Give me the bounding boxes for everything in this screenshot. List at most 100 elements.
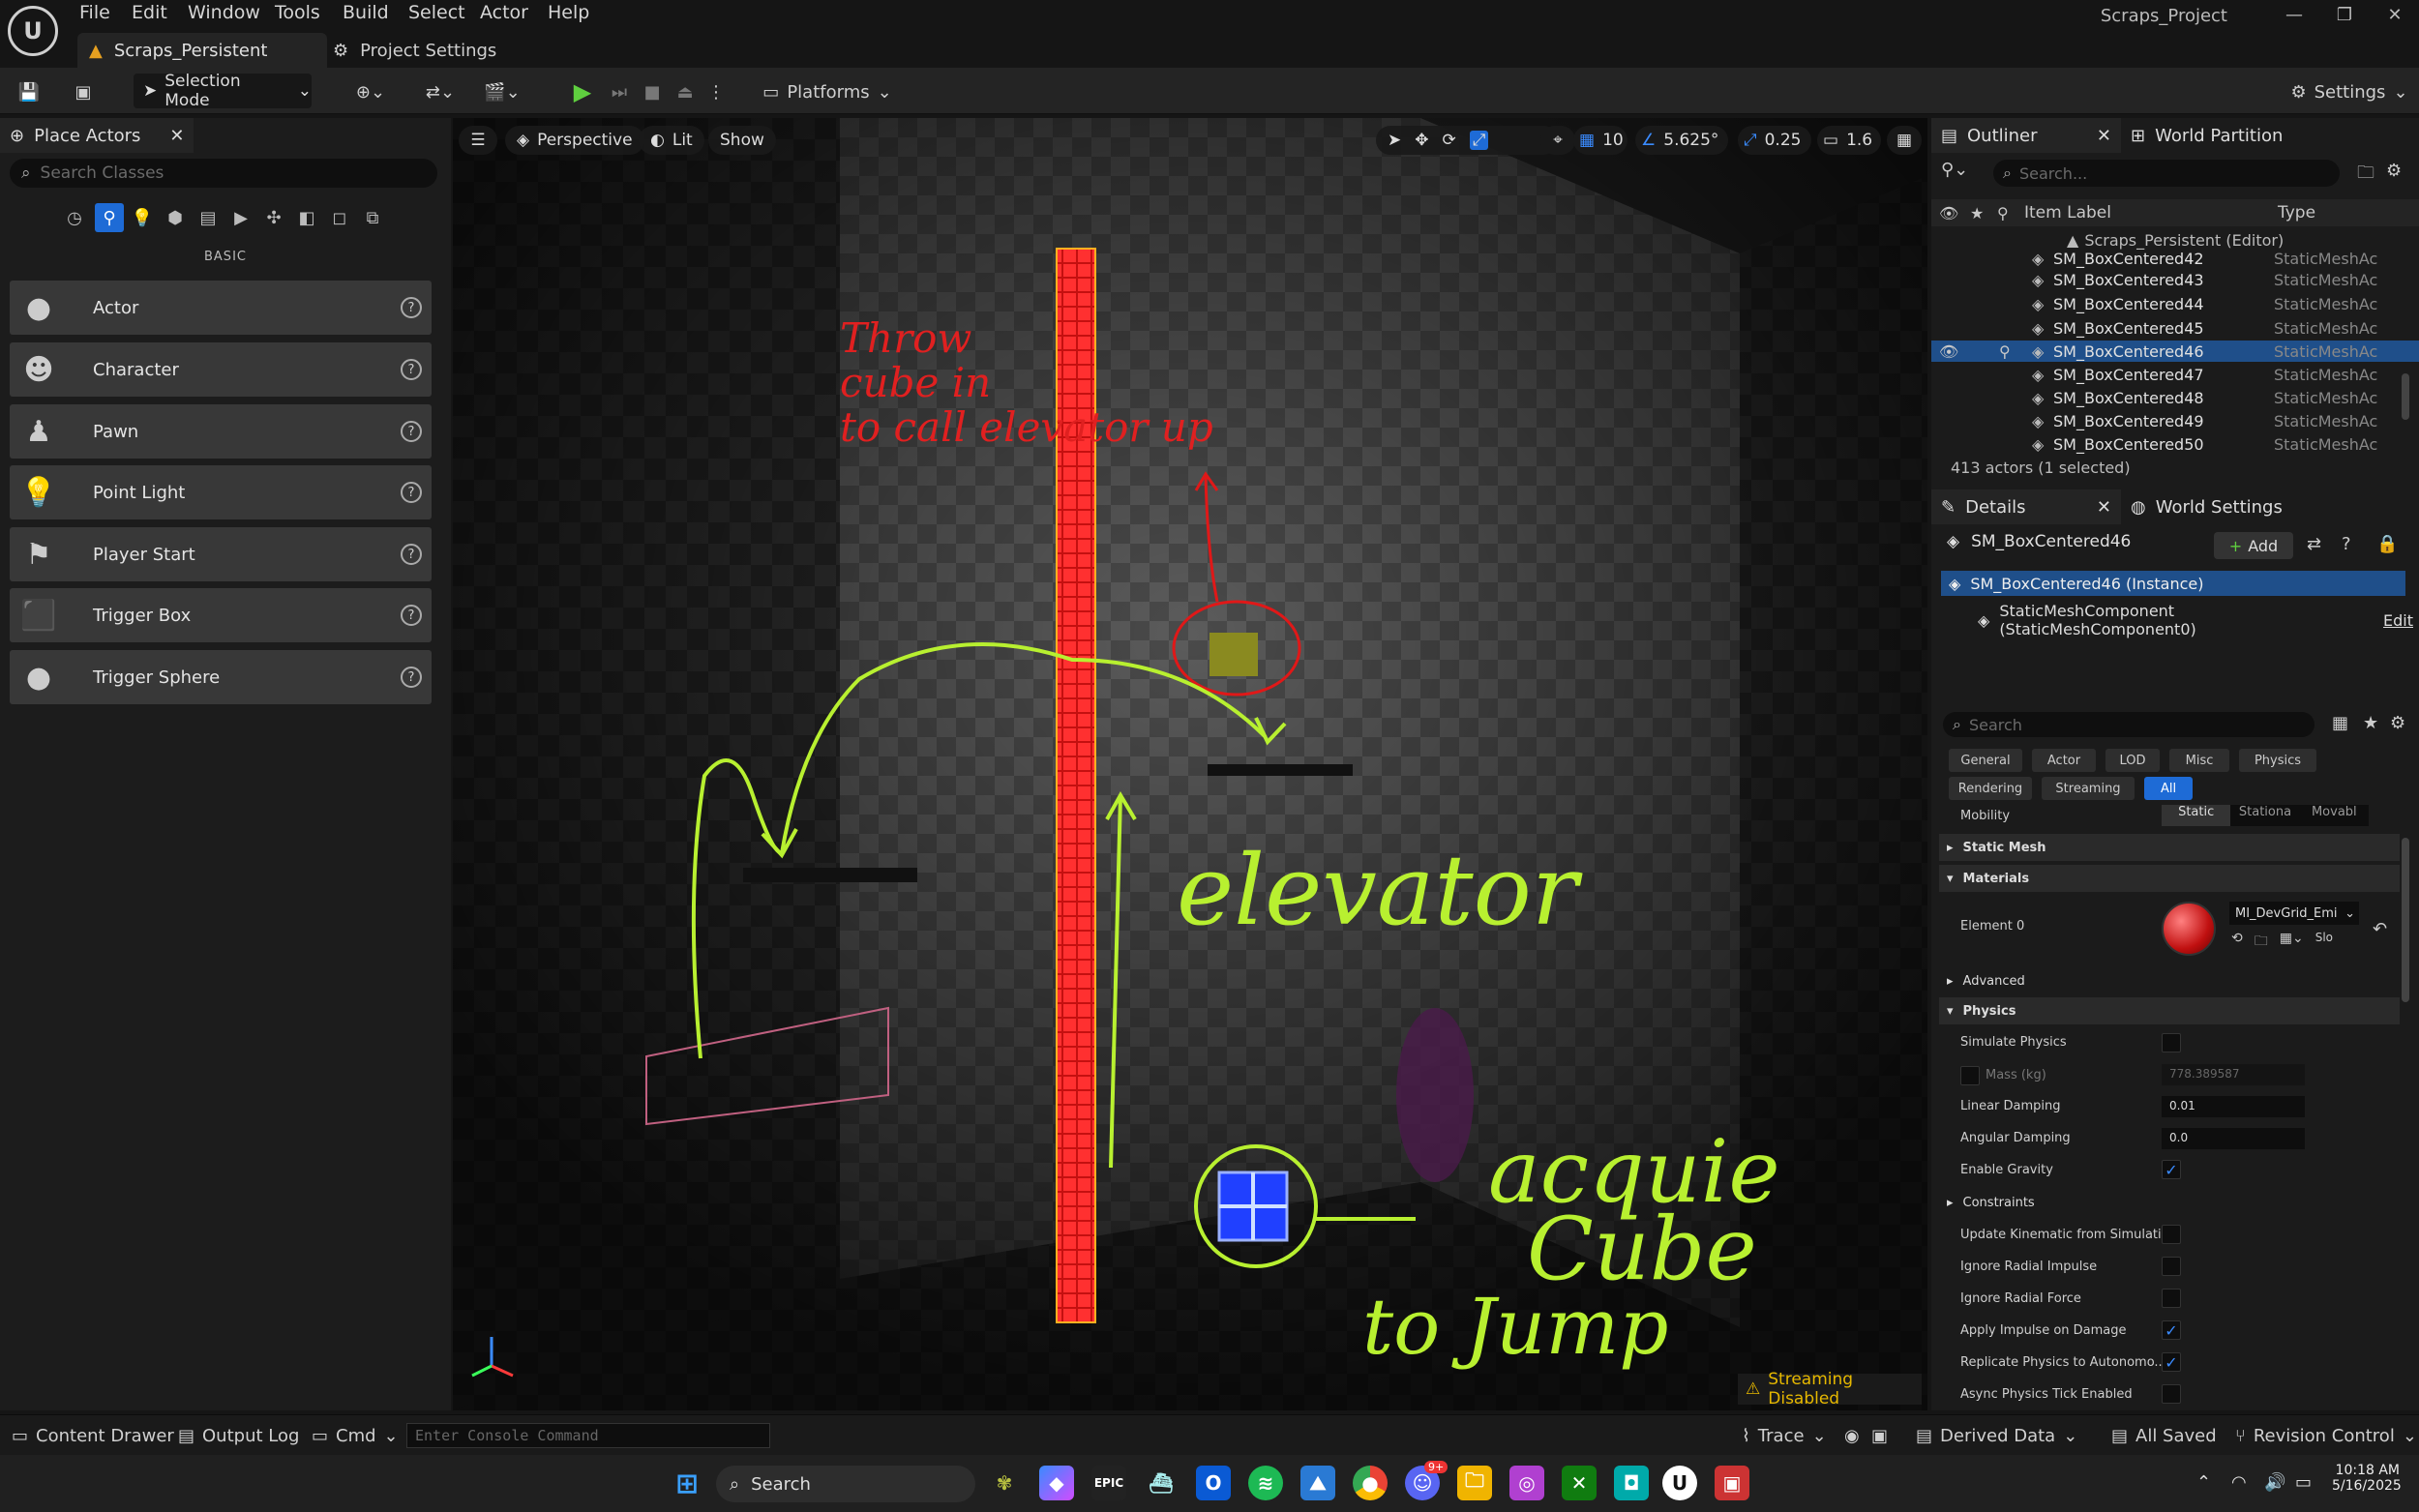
menu-tools[interactable]: Tools bbox=[275, 2, 320, 29]
mobility-static[interactable]: Static bbox=[2162, 805, 2231, 826]
screenshot-icon[interactable]: ▣ bbox=[1871, 1422, 1888, 1449]
help-icon[interactable]: ? bbox=[401, 605, 422, 626]
pin-icon[interactable]: ⚲ bbox=[1999, 342, 2018, 361]
star-icon[interactable]: ★ bbox=[2363, 713, 2378, 733]
details-scrollbar[interactable] bbox=[2402, 838, 2409, 1002]
settings-icon[interactable]: ⚙ bbox=[2390, 713, 2405, 733]
component-row[interactable]: ◈ StaticMeshComponent (StaticMeshCompone… bbox=[1978, 602, 2413, 638]
outliner-row[interactable]: 👁⚲◈SM_BoxCentered48StaticMeshAc bbox=[1931, 387, 2419, 408]
actor-item-character[interactable]: ☻ Character ? bbox=[10, 342, 432, 397]
mass-field[interactable]: 778.389587 bbox=[2162, 1064, 2305, 1085]
camera-speed-button[interactable]: ▭ 1.6 bbox=[1817, 126, 1881, 155]
filter-streaming[interactable]: Streaming bbox=[2042, 777, 2135, 800]
outlook-icon[interactable]: O bbox=[1196, 1466, 1231, 1500]
help-icon[interactable]: ? bbox=[401, 359, 422, 380]
help-icon[interactable]: ? bbox=[401, 421, 422, 442]
unreal-logo[interactable]: U bbox=[8, 6, 58, 56]
outliner-row[interactable]: 👁⚲◈SM_BoxCentered49StaticMeshAc bbox=[1931, 410, 2419, 431]
photos-icon[interactable]: ⛰ bbox=[1300, 1466, 1335, 1500]
trace-dropdown[interactable]: ⌇ Trace ⌄ bbox=[1742, 1422, 1827, 1449]
section-materials[interactable]: ▾ Materials bbox=[1939, 865, 2400, 892]
browse-icon[interactable]: 🗀 bbox=[2255, 931, 2268, 954]
filter-all[interactable]: All bbox=[2144, 777, 2193, 800]
content-drawer-button[interactable]: ▭ Content Drawer bbox=[12, 1422, 174, 1449]
visibility-icon[interactable]: 👁 bbox=[1939, 204, 1958, 222]
world-partition-tab[interactable]: ⊞ World Partition bbox=[2121, 118, 2334, 153]
help-icon[interactable]: ? bbox=[401, 667, 422, 688]
close-icon[interactable]: ✕ bbox=[169, 126, 184, 146]
outliner-row[interactable]: 👁 ⚲ ◈ SM_BoxCentered46 StaticMeshAc bbox=[1931, 341, 2419, 362]
cinematics-icon[interactable]: 🎬⌄ bbox=[480, 75, 524, 108]
section-physics[interactable]: ▾ Physics bbox=[1939, 997, 2400, 1024]
record-icon[interactable]: ◉ bbox=[1844, 1422, 1860, 1449]
surface-snap-icon[interactable]: ⌖ bbox=[1540, 126, 1575, 155]
outliner-tab[interactable]: ▤ Outliner ✕ bbox=[1931, 118, 2121, 153]
help-icon[interactable]: ? bbox=[2342, 534, 2351, 554]
lock-icon[interactable]: 🔒 bbox=[2376, 534, 2398, 554]
settings-dropdown[interactable]: ⚙ Settings ⌄ bbox=[2289, 75, 2409, 108]
cmd-dropdown[interactable]: ▭ Cmd ⌄ bbox=[312, 1422, 399, 1449]
platforms-dropdown[interactable]: ▭ Platforms ⌄ bbox=[762, 75, 891, 108]
add-component-button[interactable]: + Add bbox=[2214, 532, 2293, 559]
perspective-button[interactable]: ◈ Perspective bbox=[505, 126, 644, 155]
actor-item-trigger-box[interactable]: ⬛ Trigger Box ? bbox=[10, 588, 432, 642]
app-icon-1[interactable]: ✾ bbox=[987, 1466, 1022, 1500]
viewport-menu-icon[interactable]: ☰ bbox=[459, 126, 497, 155]
help-icon[interactable]: ? bbox=[401, 544, 422, 565]
filter-rendering[interactable]: Rendering bbox=[1949, 777, 2032, 800]
selection-mode-dropdown[interactable]: ➤ Selection Mode ⌄ bbox=[134, 72, 312, 110]
actor-item-pawn[interactable]: ♟ Pawn ? bbox=[10, 404, 432, 459]
rotation-snap-button[interactable]: ∠ 5.625° bbox=[1635, 126, 1728, 155]
project-settings-tab[interactable]: ⚙ Project Settings bbox=[333, 33, 496, 68]
mass-override-checkbox[interactable] bbox=[1960, 1066, 1980, 1085]
console-command-input[interactable]: Enter Console Command bbox=[406, 1423, 770, 1448]
revision-control-dropdown[interactable]: ⑂ Revision Control ⌄ bbox=[2235, 1422, 2417, 1449]
actor-item-point-light[interactable]: 💡 Point Light ? bbox=[10, 465, 432, 519]
material-dropdown[interactable]: MI_DevGrid_Emi ⌄ bbox=[2229, 902, 2359, 925]
stop-icon[interactable]: ■ bbox=[639, 75, 666, 108]
add-folder-icon[interactable]: 🗀 bbox=[2357, 161, 2374, 190]
filter-icon[interactable]: ⚲⌄ bbox=[1941, 160, 1970, 185]
lights-category-icon[interactable]: 💡 bbox=[128, 203, 157, 232]
blueprint-icon[interactable]: ⇄⌄ bbox=[418, 75, 463, 108]
outliner-row[interactable]: 👁⚲◈SM_BoxCentered44StaticMeshAc bbox=[1931, 293, 2419, 314]
outliner-row[interactable]: 👁⚲◈SM_BoxCentered50StaticMeshAc bbox=[1931, 433, 2419, 455]
close-icon[interactable]: ✕ bbox=[2097, 497, 2111, 518]
app-icon-2[interactable]: ◎ bbox=[1509, 1466, 1544, 1500]
select-icon[interactable]: ➤ bbox=[1388, 131, 1401, 150]
app-icon-4[interactable]: ▣ bbox=[1715, 1466, 1749, 1500]
enable-gravity-checkbox[interactable]: ✓ bbox=[2162, 1160, 2181, 1179]
section-constraints[interactable]: ▸ Constraints bbox=[1939, 1189, 2400, 1216]
ignore-radial-impulse-checkbox[interactable] bbox=[2162, 1257, 2181, 1276]
browse-icon[interactable]: ▣ bbox=[68, 75, 99, 108]
search-classes-input[interactable]: ⌕ Search Classes bbox=[10, 159, 437, 188]
filter-general[interactable]: General bbox=[1949, 749, 2022, 772]
outliner-row[interactable]: 👁⚲◈SM_BoxCentered43StaticMeshAc bbox=[1931, 269, 2419, 290]
edit-link[interactable]: Edit bbox=[2383, 611, 2413, 630]
restore-icon[interactable]: ❐ bbox=[2320, 0, 2369, 29]
scale-icon[interactable]: ⤢ bbox=[1469, 131, 1489, 150]
outliner-scrollbar[interactable] bbox=[2402, 373, 2409, 420]
filter-misc[interactable]: Misc bbox=[2169, 749, 2229, 772]
app-icon-3[interactable]: ◘ bbox=[1614, 1466, 1649, 1500]
async-physics-checkbox[interactable] bbox=[2162, 1384, 2181, 1404]
chrome-icon[interactable]: ● bbox=[1353, 1466, 1388, 1500]
windows-start-icon[interactable]: ⊞ bbox=[670, 1466, 704, 1500]
output-log-button[interactable]: ▤ Output Log bbox=[178, 1422, 299, 1449]
rotate-icon[interactable]: ⟳ bbox=[1443, 131, 1456, 150]
section-advanced[interactable]: ▸ Advanced bbox=[1939, 967, 2400, 994]
simulate-physics-checkbox[interactable] bbox=[2162, 1033, 2181, 1052]
settings-icon[interactable]: ⚙ bbox=[2386, 161, 2402, 181]
close-icon[interactable]: ✕ bbox=[2097, 126, 2111, 146]
menu-edit[interactable]: Edit bbox=[132, 2, 167, 29]
filter-physics[interactable]: Physics bbox=[2239, 749, 2316, 772]
shapes-category-icon[interactable]: ⬢ bbox=[161, 203, 190, 232]
save-icon[interactable]: 💾 bbox=[14, 75, 45, 108]
basic-category-icon[interactable]: ⚲ bbox=[95, 203, 124, 232]
more-options-icon[interactable]: ⋮ bbox=[706, 75, 726, 108]
all-classes-category-icon[interactable]: ◻ bbox=[325, 203, 354, 232]
volume-icon[interactable]: 🔊 bbox=[2264, 1472, 2285, 1493]
spotify-icon[interactable]: ≋ bbox=[1248, 1466, 1283, 1500]
actor-item-actor[interactable]: ● Actor ? bbox=[10, 281, 432, 335]
help-icon[interactable]: ? bbox=[401, 482, 422, 503]
